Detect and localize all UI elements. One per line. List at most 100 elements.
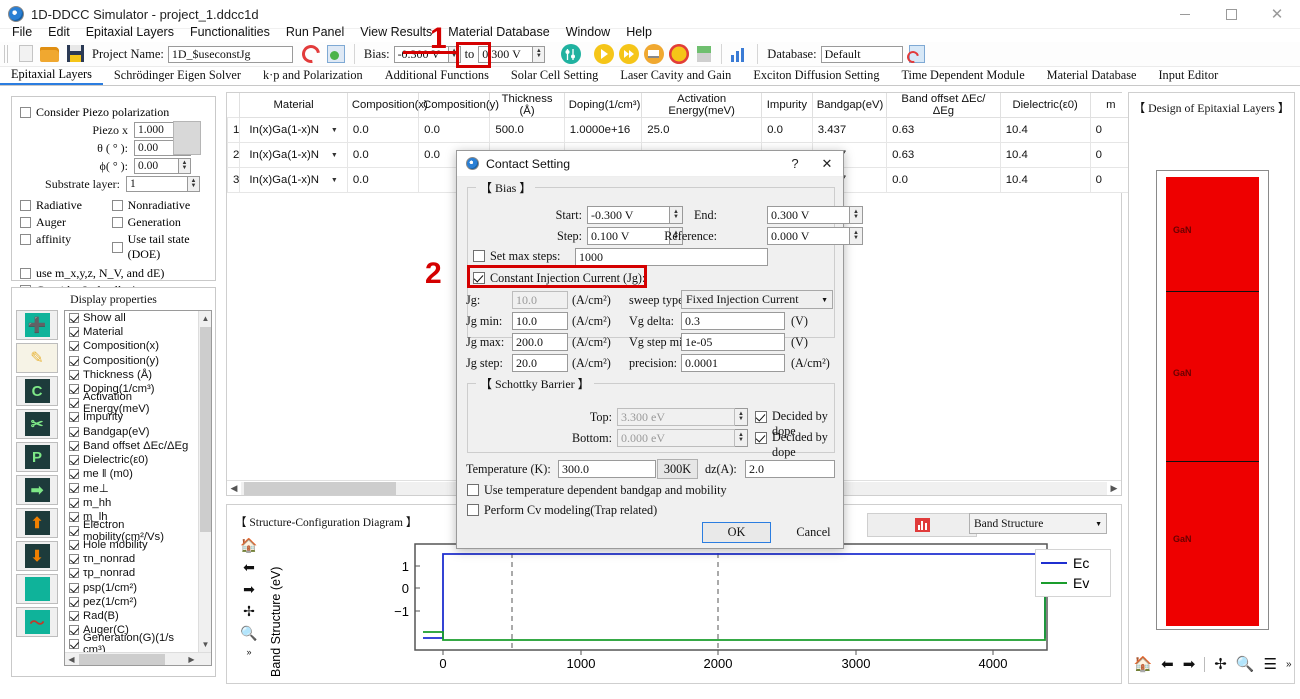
settings-icon[interactable]: ☰ — [1264, 655, 1277, 673]
chart-icon[interactable] — [729, 44, 750, 64]
list-item[interactable]: Rad(B) — [65, 609, 199, 623]
phi-input[interactable]: 0.00 — [134, 158, 179, 174]
header-band-offset[interactable]: Band offset ΔEc/ΔEg — [886, 93, 1001, 118]
header-bandgap[interactable]: Bandgap(eV) — [811, 93, 888, 118]
stack-layer-3[interactable]: GaN — [1166, 462, 1259, 626]
menu-item-help[interactable]: Help — [618, 23, 660, 41]
list-item[interactable]: Show all — [65, 311, 199, 325]
more-icon[interactable]: » — [1286, 659, 1292, 670]
tab-schrodinger-eigen-solver[interactable]: Schrödinger Eigen Solver — [103, 67, 252, 85]
header-extra[interactable]: m — [1089, 93, 1133, 118]
zoom-icon[interactable]: 🔍 — [1236, 655, 1255, 673]
bias-end-input[interactable]: 0.300 V — [478, 45, 534, 63]
home-icon[interactable]: 🏠 — [1133, 655, 1152, 673]
schottky-bottom-spinner[interactable]: ▲ ▼ — [735, 429, 748, 447]
prop-checkbox[interactable] — [69, 327, 79, 338]
list-item[interactable]: Bandgap(eV) — [65, 425, 199, 439]
jg-step-input[interactable]: 20.0 — [512, 354, 568, 372]
prop-checkbox[interactable] — [69, 355, 79, 366]
affinity-checkbox[interactable] — [20, 234, 31, 245]
scroll-left-icon[interactable]: ◀ — [65, 653, 78, 665]
table-row[interactable]: 1 In(x)Ga(1-x)N ▼ 0.0 0.0 500.0 1.0000e+1… — [226, 117, 1133, 143]
substrate-layer-input[interactable]: 1 — [126, 176, 188, 192]
list-item[interactable]: me ‖ (m0) — [65, 467, 199, 481]
radiative-checkbox[interactable] — [20, 200, 31, 211]
header-thickness[interactable]: Thickness (Å) — [489, 93, 565, 118]
list-item[interactable]: Generation(G)(1/s cm³) — [65, 632, 199, 652]
tab-time-dependent-module[interactable]: Time Dependent Module — [890, 67, 1035, 85]
import-icon[interactable] — [326, 44, 347, 64]
cell-thickness[interactable]: 500.0 — [489, 117, 565, 143]
menu-item-file[interactable]: File — [4, 23, 40, 41]
radiative-row[interactable]: Radiative — [20, 198, 112, 213]
schottky-top-input[interactable]: 3.300 eV — [617, 408, 735, 426]
horizontal-scroll-thumb[interactable] — [79, 654, 165, 665]
jg-input[interactable]: 10.0 — [512, 291, 568, 309]
substrate-layer-spinner[interactable]: ▲ ▼ — [188, 176, 200, 192]
prop-checkbox[interactable] — [69, 313, 79, 324]
cell-material[interactable]: In(x)Ga(1-x)N ▼ — [239, 142, 348, 168]
use-tail-state-checkbox[interactable] — [111, 241, 123, 253]
move-up-button[interactable]: ⬆ — [16, 508, 58, 538]
affinity-row[interactable]: affinity — [20, 232, 112, 247]
plot-curve-button[interactable]: 〜 — [16, 607, 58, 637]
phi-spinner[interactable]: ▲ ▼ — [179, 158, 191, 174]
use-tail-state-row[interactable]: Use tail state (DOE) — [111, 232, 207, 262]
prop-checkbox[interactable] — [69, 398, 79, 409]
schottky-bottom-decided-checkbox[interactable] — [755, 432, 767, 444]
auger-checkbox[interactable] — [20, 217, 31, 228]
bias-reference-spinner[interactable]: ▲ ▼ — [850, 227, 863, 245]
pan-icon[interactable]: ✢ — [243, 603, 255, 620]
temperature-input[interactable]: 300.0 — [558, 460, 656, 478]
chevron-down-icon[interactable]: ▼ — [331, 152, 338, 159]
use-m-xyz-checkbox[interactable] — [20, 268, 31, 279]
back-arrow-icon[interactable]: ⬅ — [243, 559, 255, 576]
schottky-top-spinner[interactable]: ▲ ▼ — [735, 408, 748, 426]
constant-injection-current-checkbox[interactable] — [473, 272, 485, 284]
set-max-steps-checkbox[interactable] — [473, 250, 485, 262]
run-fast-icon[interactable] — [618, 44, 639, 64]
cell-dielectric[interactable]: 10.4 — [999, 167, 1091, 193]
stop-icon[interactable] — [668, 44, 689, 64]
schottky-bottom-input[interactable]: 0.000 eV — [617, 429, 735, 447]
tab-exciton-diffusion-setting[interactable]: Exciton Diffusion Setting — [742, 67, 890, 85]
dialog-close-button[interactable]: ✕ — [811, 156, 843, 172]
menu-item-run-panel[interactable]: Run Panel — [278, 23, 352, 41]
run-output-icon[interactable] — [643, 44, 664, 64]
bias-end-spinner[interactable]: ▲ ▼ — [533, 45, 546, 63]
pan-icon[interactable]: ✢ — [1214, 655, 1227, 673]
insert-layer-button[interactable]: ➡ — [16, 475, 58, 505]
prop-checkbox[interactable] — [69, 483, 79, 494]
paste-layer-button[interactable]: P — [16, 442, 58, 472]
prop-checkbox[interactable] — [69, 454, 79, 465]
stack-layer-1[interactable]: GaN — [1166, 177, 1259, 292]
tab-kp-and-polarization[interactable]: k·p and Polarization — [252, 67, 374, 85]
stack-layer-2[interactable]: GaN — [1166, 292, 1259, 462]
ok-button[interactable]: OK — [702, 522, 771, 543]
edit-layer-button[interactable]: ✎ — [16, 343, 58, 373]
prop-checkbox[interactable] — [69, 469, 79, 480]
header-material[interactable]: Material — [239, 93, 348, 118]
bias-start-input[interactable]: -0.300 V — [587, 206, 670, 224]
prop-checkbox[interactable] — [69, 497, 79, 508]
tab-material-database[interactable]: Material Database — [1036, 67, 1148, 85]
list-item[interactable]: Dielectric(ε0) — [65, 453, 199, 467]
prop-checkbox[interactable] — [69, 511, 79, 522]
display-properties-list[interactable]: Show all Material Composition(x) Composi… — [64, 310, 212, 666]
prop-checkbox[interactable] — [69, 582, 79, 593]
help-button[interactable]: ? — [779, 156, 811, 171]
prop-checkbox[interactable] — [69, 525, 79, 536]
project-name-input[interactable]: 1D_$useconstJg — [167, 45, 293, 63]
properties-vertical-scrollbar[interactable]: ▲ ▼ — [198, 311, 211, 665]
header-dielectric[interactable]: Dielectric(ε0) — [999, 93, 1091, 118]
list-item[interactable]: Composition(y) — [65, 354, 199, 368]
menu-item-view-results[interactable]: View Results — [352, 23, 440, 41]
tab-laser-cavity-and-gain[interactable]: Laser Cavity and Gain — [609, 67, 742, 85]
prop-checkbox[interactable] — [69, 384, 79, 395]
move-down-button[interactable]: ⬇ — [16, 541, 58, 571]
prop-checkbox[interactable] — [69, 412, 79, 423]
table-scroll-thumb[interactable] — [244, 481, 396, 495]
list-item[interactable]: τp_nonrad — [65, 566, 199, 580]
nonradiative-row[interactable]: Nonradiative — [111, 198, 207, 213]
cell-doping[interactable]: 1.0000e+16 — [563, 117, 643, 143]
